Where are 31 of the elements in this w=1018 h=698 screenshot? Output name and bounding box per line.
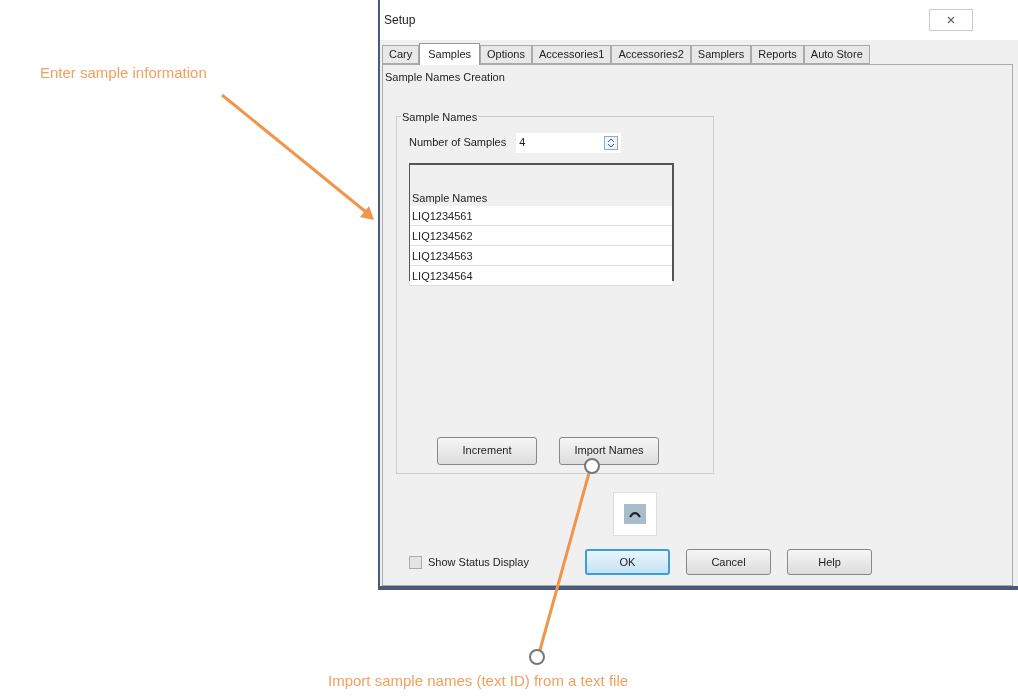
show-status-checkbox[interactable]: Show Status Display [409, 553, 585, 571]
tab[interactable]: Auto Store [803, 45, 870, 64]
list-row[interactable]: LIQ1234564 [410, 265, 672, 286]
annotation-text: Enter sample information [40, 63, 207, 83]
list-row[interactable]: LIQ1234562 [410, 225, 672, 246]
tab[interactable]: Reports [751, 45, 804, 64]
dialog-button[interactable]: Help [787, 549, 872, 575]
caret-up-icon [624, 504, 646, 524]
window-title: Setup [384, 12, 416, 29]
dialog-button[interactable]: OK [585, 549, 670, 575]
panel-title: Sample Names Creation [385, 70, 506, 85]
tab[interactable]: Cary [382, 45, 420, 64]
spinner-arrows-icon [604, 135, 619, 150]
list-row[interactable]: LIQ1234561 [410, 205, 672, 226]
list-row[interactable]: LIQ1234563 [410, 245, 672, 266]
tab[interactable]: Accessories2 [611, 45, 691, 64]
tab[interactable]: Accessories1 [531, 45, 612, 64]
field-label: Number of Samples [409, 135, 507, 151]
list-action-button[interactable]: Increment [437, 436, 537, 465]
tab[interactable]: Options [480, 45, 532, 64]
annotation-circle [529, 649, 545, 665]
list-action-button[interactable]: Import Names [559, 436, 659, 465]
column-header: Sample Names [411, 190, 489, 206]
tab[interactable]: Samplers [690, 45, 752, 64]
number-spinner[interactable]: 4 [516, 132, 622, 153]
annotation-circle [584, 458, 600, 474]
tab[interactable]: Samples [419, 43, 481, 65]
close-button[interactable] [929, 9, 973, 31]
dialog-button[interactable]: Cancel [686, 549, 771, 575]
annotation-text: Import sample names (text ID) from a text file [328, 671, 629, 691]
close-icon [947, 16, 955, 24]
